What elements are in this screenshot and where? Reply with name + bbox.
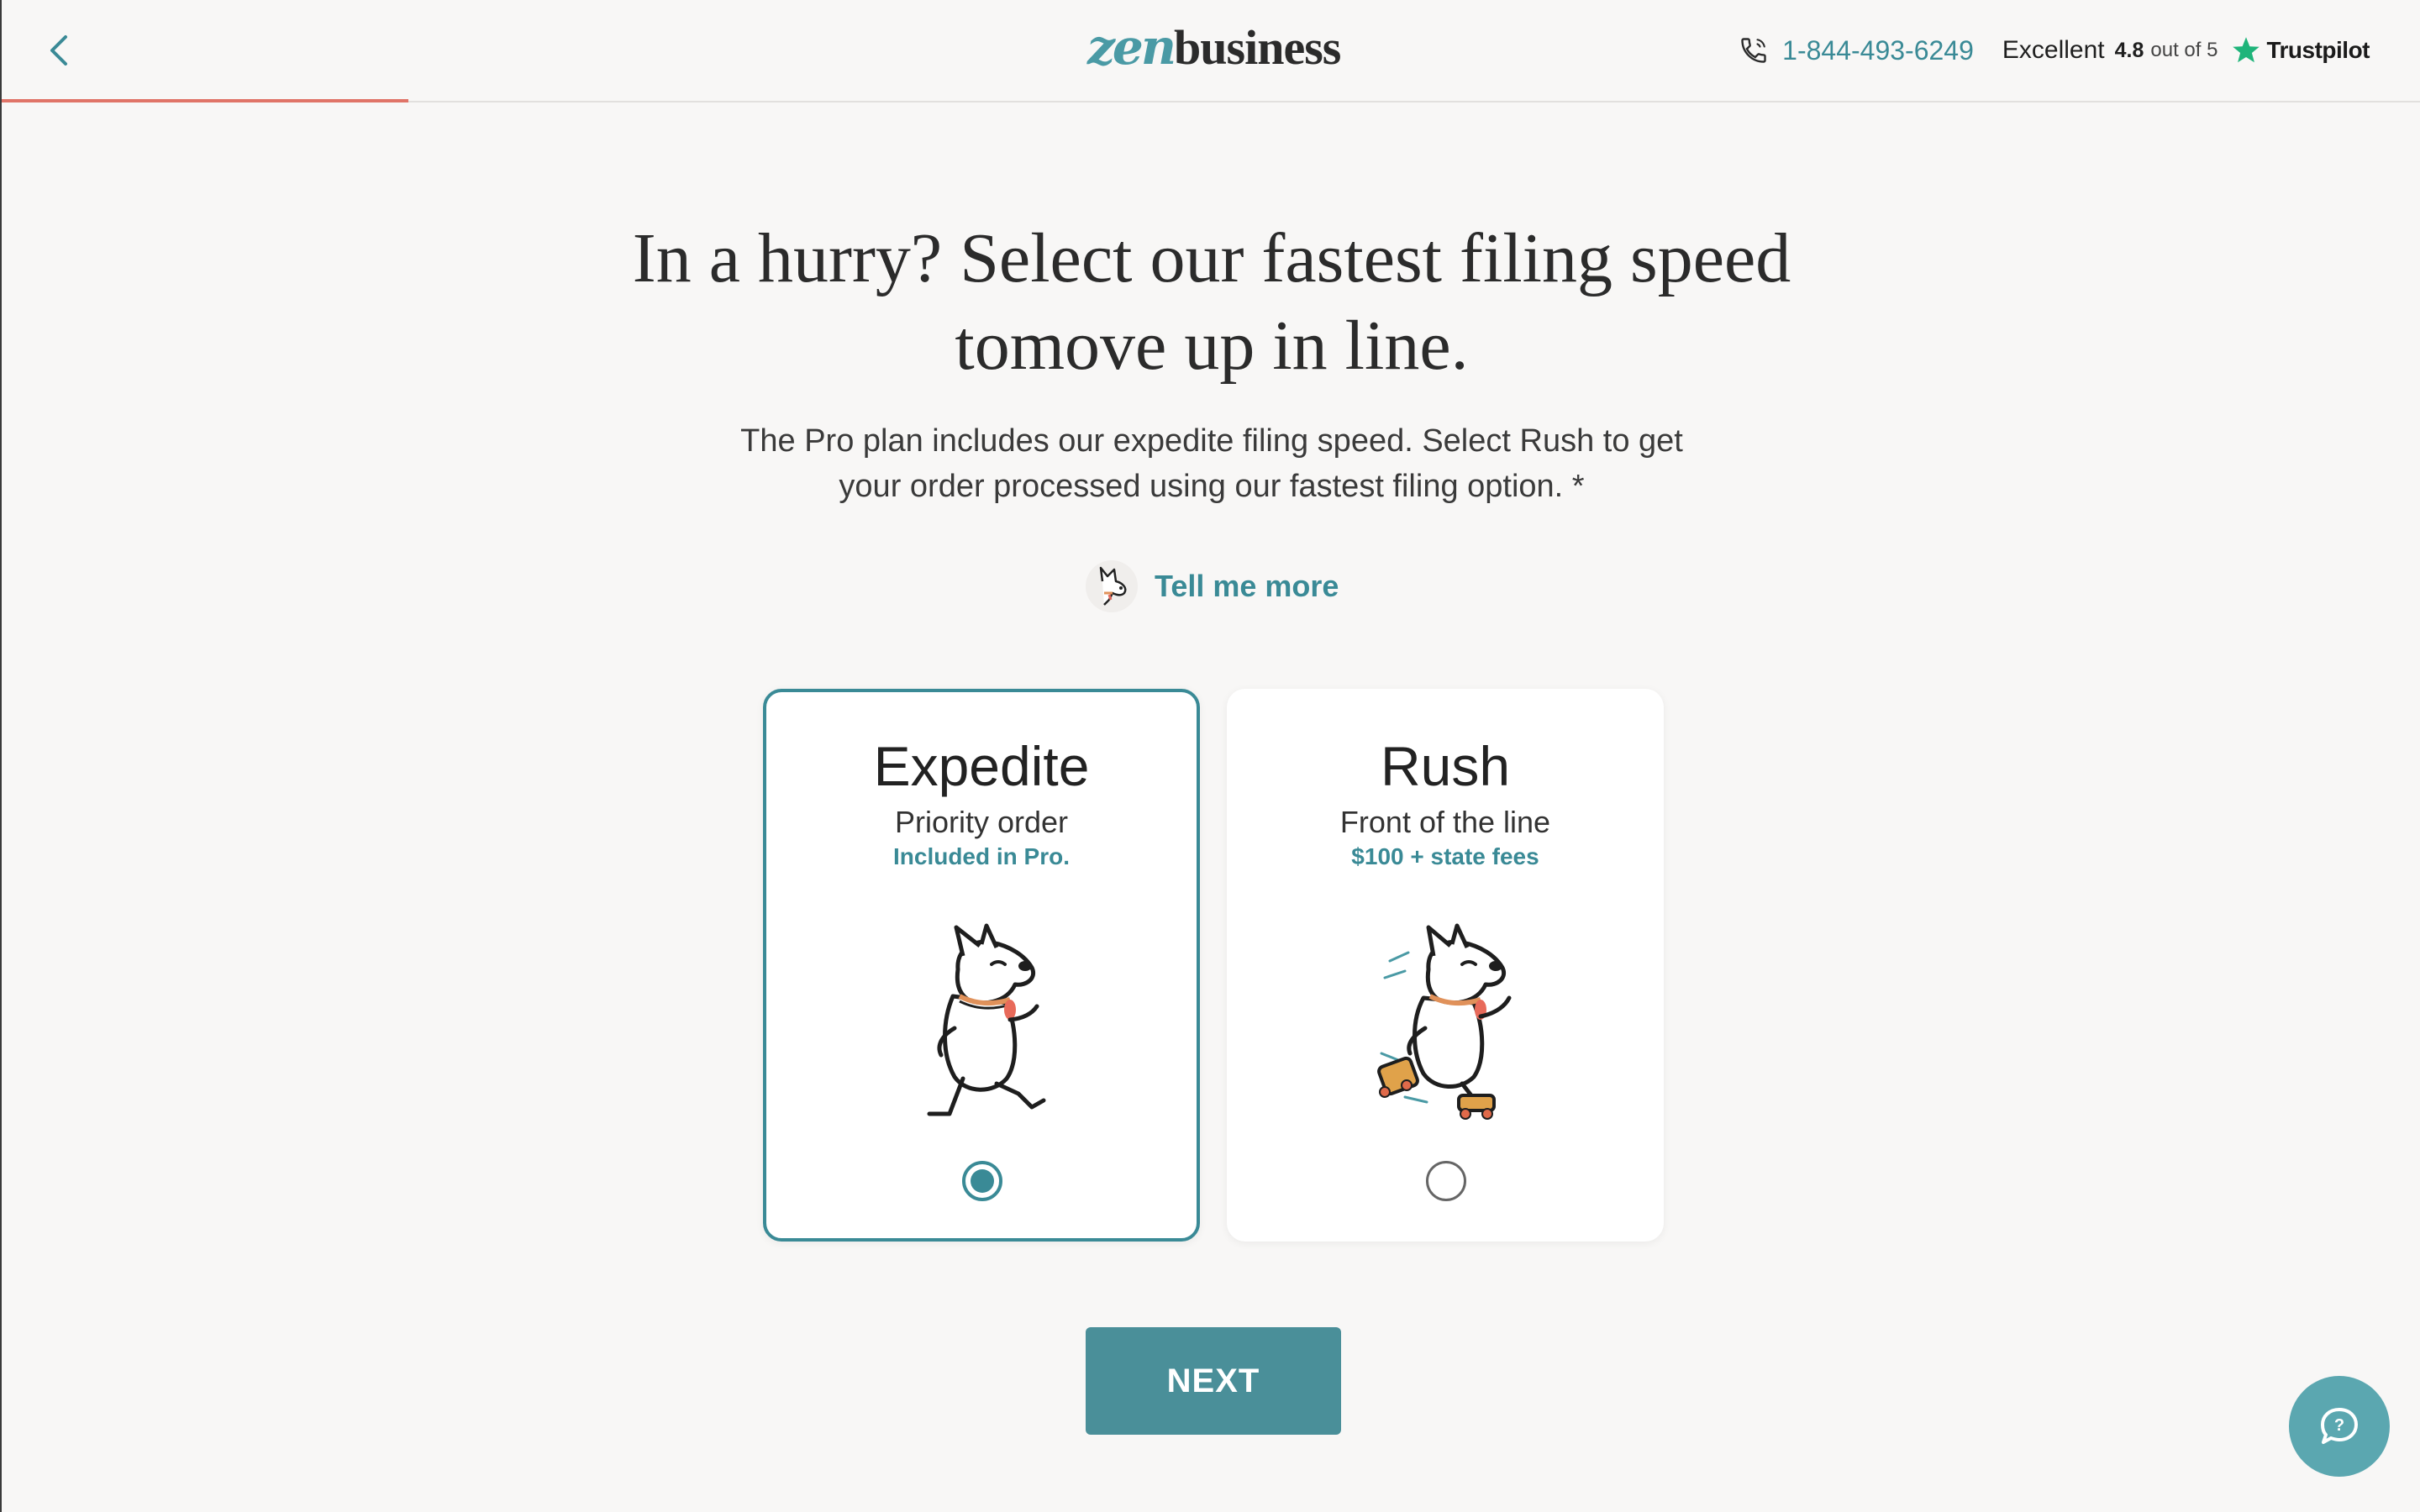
option-price-note: $100 + state fees — [1351, 843, 1539, 869]
zenbusiness-logo[interactable]: zen business — [1087, 18, 1341, 77]
rating-score: 4.8 — [2114, 38, 2144, 62]
progress-bar-fill — [2, 99, 408, 102]
page-description: The Pro plan includes our expedite filin… — [740, 423, 1683, 504]
option-subtitle: Priority order — [894, 805, 1069, 839]
help-chat-button[interactable]: ? — [2289, 1376, 2390, 1477]
option-card-rush[interactable]: Rush Front of the line $100 + state fees — [1227, 689, 1664, 1242]
option-title: Rush — [1380, 735, 1511, 797]
page: zen business 1-844-493-6249 Excellent 4.… — [0, 0, 2420, 1512]
tell-me-more-link[interactable]: Tell me more — [1086, 558, 1339, 615]
logo-business-text: business — [1174, 20, 1341, 75]
option-radio-expedite[interactable] — [962, 1161, 1002, 1201]
phone-icon — [1739, 35, 1769, 66]
progress-bar — [2, 99, 2420, 102]
option-radio-rush[interactable] — [1426, 1161, 1466, 1201]
rollerskating-dog-illustration — [1377, 923, 1512, 1120]
option-price-note: Included in Pro. — [892, 843, 1070, 869]
next-button[interactable]: NEXT — [1086, 1327, 1341, 1435]
running-dog-illustration — [927, 923, 1046, 1116]
help-chat-icon: ? — [2321, 1408, 2358, 1444]
star-icon — [2231, 35, 2261, 66]
contact-and-rating: 1-844-493-6249 Excellent 4.8 out of 5 Tr… — [1739, 30, 2370, 71]
phone-link[interactable]: 1-844-493-6249 — [1782, 35, 1974, 66]
rating-scale: out of 5 — [2150, 39, 2218, 61]
logo-zen-text: zen — [1087, 18, 1176, 76]
back-button[interactable] — [39, 27, 79, 74]
rating-label: Excellent — [2002, 36, 2105, 64]
tell-me-more-label: Tell me more — [1155, 569, 1339, 603]
top-header: zen business 1-844-493-6249 Excellent 4.… — [2, 0, 2420, 102]
option-card-expedite[interactable]: Expedite Priority order Included in Pro. — [763, 689, 1200, 1242]
chevron-left-icon — [50, 35, 67, 66]
page-title: In a hurry? Select our fastest filing sp… — [632, 219, 1791, 385]
trustpilot-wordmark[interactable]: Trustpilot — [2266, 37, 2370, 64]
svg-text:?: ? — [2334, 1416, 2344, 1435]
option-title: Expedite — [873, 735, 1090, 797]
dog-mascot-icon — [1086, 560, 1138, 612]
option-subtitle: Front of the line — [1339, 805, 1551, 839]
